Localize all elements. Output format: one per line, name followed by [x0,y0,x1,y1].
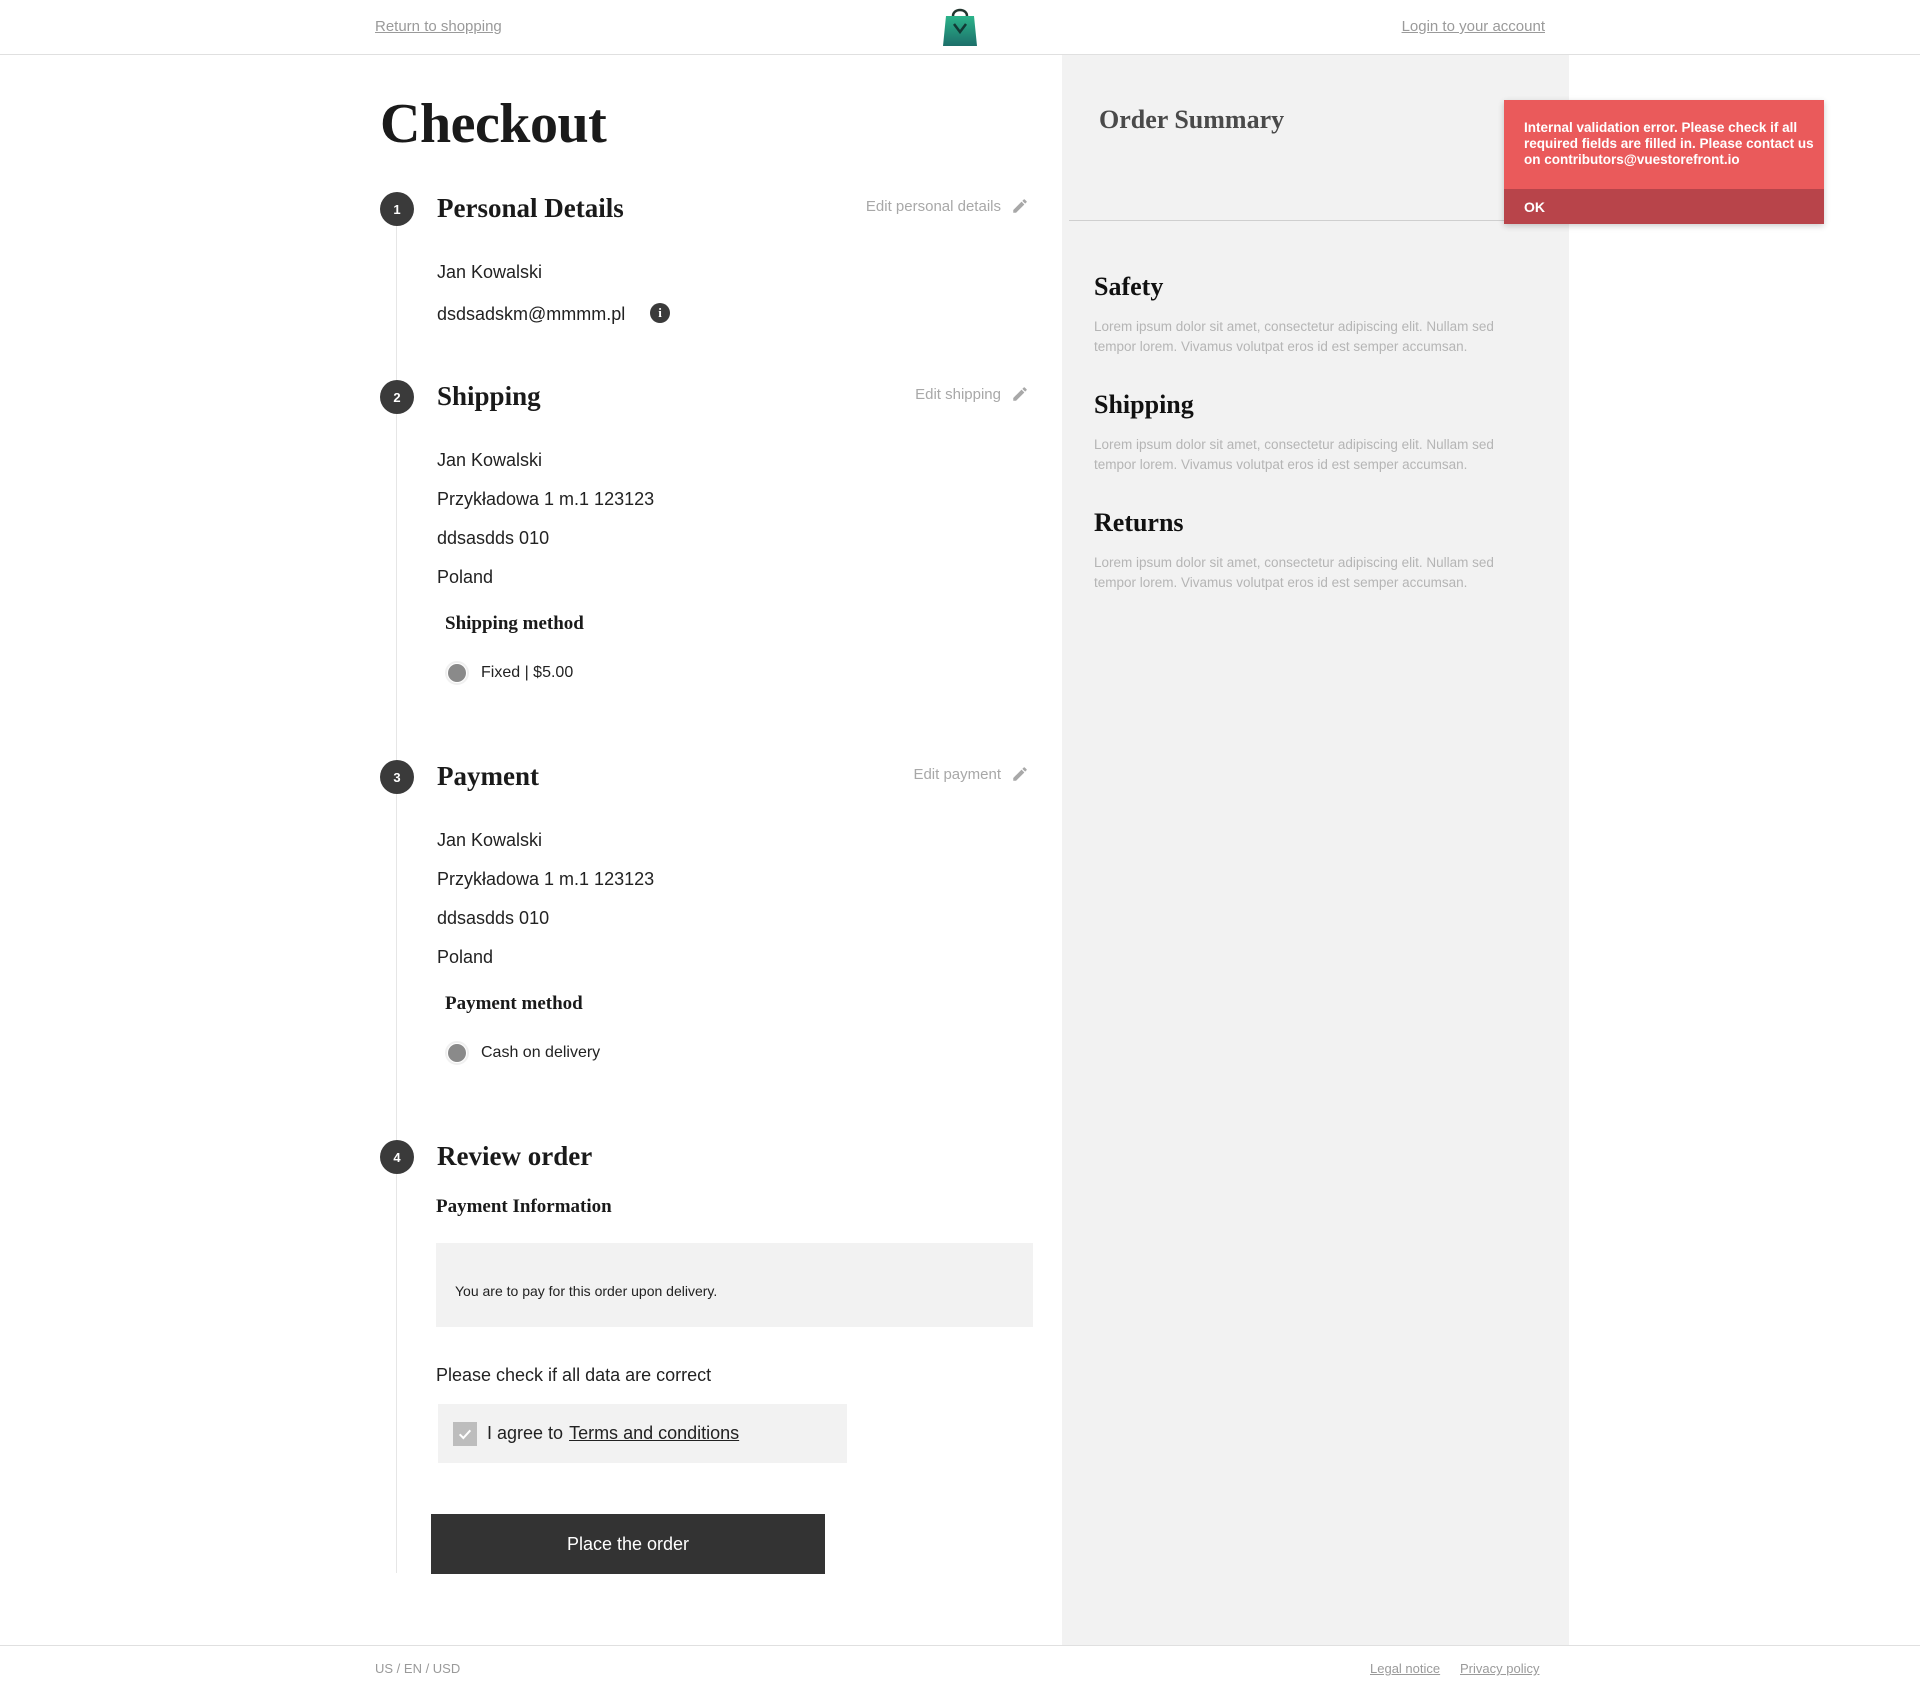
order-summary-title: Order Summary [1099,105,1285,134]
return-to-shopping-link[interactable]: Return to shopping [375,18,502,35]
payment-city: ddsasdds 010 [437,908,550,928]
step-number-4: 4 [380,1140,414,1174]
payment-information-title: Payment Information [436,1196,612,1217]
info-icon[interactable]: i [650,303,670,323]
step-title-personal-details: Personal Details [437,193,624,223]
step-title-review-order: Review order [437,1141,593,1171]
agree-prefix-label: I agree to [487,1423,564,1443]
shipping-method-radio[interactable] [445,661,469,685]
edit-personal-details-link[interactable]: Edit personal details [866,197,1029,215]
edit-shipping-link[interactable]: Edit shipping [915,385,1029,403]
edit-shipping-label: Edit shipping [915,385,1001,403]
shipping-name: Jan Kowalski [437,450,543,470]
pencil-icon [1013,387,1027,401]
payment-method-title: Payment method [445,993,583,1014]
pencil-icon [1013,767,1027,781]
login-link[interactable]: Login to your account [1402,18,1545,35]
shipping-method-title: Shipping method [445,613,584,634]
summary-section-text-safety: Lorem ipsum dolor sit amet, consectetur … [1094,319,1494,354]
error-notification-toast: Internal validation error. Please check … [1504,100,1824,224]
steps-timeline-line [396,225,397,1573]
shipping-street: Przykładowa 1 m.1 123123 [437,489,655,509]
edit-payment-label: Edit payment [913,765,1001,783]
shipping-country: Poland [437,567,494,587]
footer-divider [0,1645,1920,1646]
payment-information-box: You are to pay for this order upon deliv… [436,1243,1033,1327]
shipping-city: ddsasdds 010 [437,528,550,548]
pencil-icon [1013,199,1027,213]
edit-personal-details-label: Edit personal details [865,197,1001,215]
summary-section-title-safety: Safety [1094,272,1164,301]
shipping-method-label: Fixed | $5.00 [481,664,574,681]
edit-payment-link[interactable]: Edit payment [913,765,1029,783]
payment-method-radio[interactable] [445,1041,469,1065]
summary-section-title-shipping: Shipping [1094,390,1194,419]
place-order-button[interactable]: Place the order [431,1514,825,1574]
terms-and-conditions-link[interactable]: Terms and conditions [569,1423,739,1444]
shopping-bag-logo-icon[interactable] [940,4,980,48]
check-data-note: Please check if all data are correct [436,1365,712,1385]
personal-email: dsdsadskm@mmmm.pl [437,304,626,324]
privacy-policy-link[interactable]: Privacy policy [1460,1661,1539,1676]
shipping-method-option[interactable]: Fixed | $5.00 [445,661,573,685]
top-header: Return to shopping Login to your account [0,0,1920,55]
legal-notice-link[interactable]: Legal notice [1370,1661,1440,1676]
terms-checkbox[interactable] [453,1421,477,1446]
payment-country: Poland [437,947,494,967]
order-summary-divider [1069,220,1562,221]
payment-method-option[interactable]: Cash on delivery [445,1041,600,1065]
step-number-2: 2 [380,380,414,414]
page-title: Checkout [380,93,607,155]
step-title-shipping: Shipping [437,381,541,411]
locale-selector[interactable]: US / EN / USD [375,1661,460,1676]
personal-name: Jan Kowalski [437,262,543,282]
terms-agreement-row: I agree to Terms and conditions [438,1404,847,1463]
payment-name: Jan Kowalski [437,830,543,850]
error-notification-ok-button[interactable]: OK [1504,189,1824,224]
summary-section-text-shipping: Lorem ipsum dolor sit amet, consectetur … [1094,437,1494,472]
summary-section-title-returns: Returns [1094,508,1184,537]
summary-section-text-returns: Lorem ipsum dolor sit amet, consectetur … [1094,555,1494,590]
checkmark-icon [458,1429,472,1439]
step-title-payment: Payment [437,761,539,791]
payment-street: Przykładowa 1 m.1 123123 [437,869,655,889]
step-number-3: 3 [380,760,414,794]
step-number-1: 1 [380,192,414,226]
payment-information-text: You are to pay for this order upon deliv… [455,1283,718,1299]
error-notification-message: Internal validation error. Please check … [1524,120,1814,167]
payment-method-label: Cash on delivery [481,1044,601,1061]
